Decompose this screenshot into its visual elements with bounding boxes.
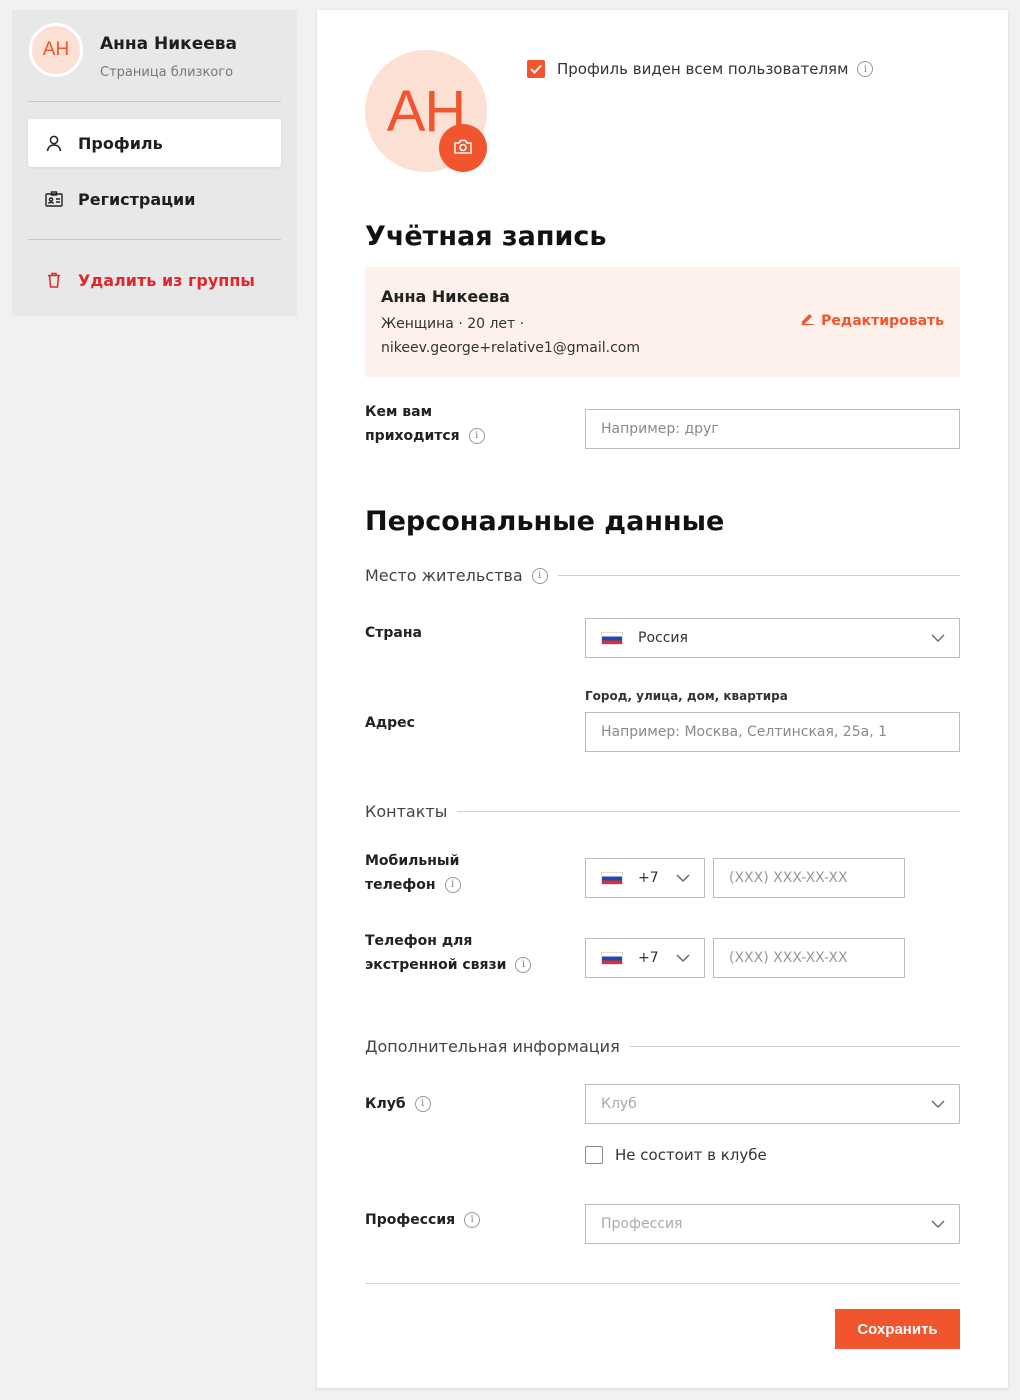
mobile-label-line: телефон [365, 877, 436, 893]
id-card-icon [45, 190, 63, 208]
emergency-phone-label: Телефон для экстренной связи i [365, 929, 532, 977]
delete-label: Удалить из группы [78, 270, 255, 290]
info-icon[interactable]: i [531, 567, 548, 584]
club-placeholder: Клуб [601, 1096, 637, 1112]
emergency-code-value: +7 [638, 950, 659, 966]
address-input[interactable]: Например: Москва, Селтинская, 25а, 1 [585, 712, 960, 752]
info-icon[interactable]: i [414, 1096, 431, 1112]
user-icon [45, 134, 63, 152]
info-icon[interactable]: i [464, 1212, 481, 1228]
contacts-section-title: Контакты [365, 802, 960, 821]
personal-heading: Персональные данные [365, 506, 725, 537]
chevron-down-icon [931, 631, 945, 649]
residence-section-title: Место жительства i [365, 566, 960, 585]
no-club-row: Не состоит в клубе [585, 1146, 767, 1164]
chevron-down-icon [931, 1097, 945, 1115]
change-photo-button[interactable] [439, 124, 487, 172]
additional-section-title: Дополнительная информация [365, 1037, 960, 1056]
sidebar-item-registrations[interactable]: Регистрации [28, 175, 281, 223]
address-hint: Город, улица, дом, квартира [585, 689, 788, 703]
divider [457, 811, 960, 812]
avatar: АН [29, 23, 83, 77]
emergency-code-select[interactable]: +7 [585, 938, 705, 978]
emergency-placeholder: (XXX) XXX-XX-XX [729, 950, 848, 966]
address-placeholder: Например: Москва, Селтинская, 25а, 1 [601, 724, 888, 740]
divider [557, 575, 960, 576]
profile-visibility-label: Профиль виден всем пользователям [557, 60, 849, 78]
divider [365, 1283, 960, 1284]
edit-account-button[interactable]: Редактировать [801, 312, 944, 329]
mobile-code-value: +7 [638, 870, 659, 886]
sidebar-item-profile[interactable]: Профиль [28, 119, 281, 167]
save-button[interactable]: Сохранить [835, 1309, 960, 1349]
profile-panel: АН Профиль виден всем пользователям i Уч… [317, 10, 1008, 1388]
country-select[interactable]: Россия [585, 618, 960, 658]
country-value: Россия [638, 630, 688, 646]
mobile-label-line: Мобильный [365, 853, 460, 869]
profession-label-text: Профессия [365, 1212, 456, 1228]
chevron-down-icon [676, 871, 690, 889]
account-email: nikeev.george+relative1@gmail.com [381, 340, 640, 356]
camera-icon [454, 139, 472, 158]
mobile-placeholder: (XXX) XXX-XX-XX [729, 870, 848, 886]
sidebar-user: АН Анна Никеева Страница близкого [29, 23, 289, 83]
trash-icon [45, 271, 63, 289]
edit-label: Редактировать [821, 312, 944, 329]
mobile-code-select[interactable]: +7 [585, 858, 705, 898]
contacts-title-text: Контакты [365, 802, 448, 821]
country-label: Страна [365, 625, 422, 641]
info-icon[interactable]: i [515, 957, 532, 973]
club-select[interactable]: Клуб [585, 1084, 960, 1124]
info-icon[interactable]: i [444, 877, 461, 893]
account-name: Анна Никеева [381, 287, 510, 306]
additional-title-text: Дополнительная информация [365, 1037, 620, 1056]
club-label-text: Клуб [365, 1096, 406, 1112]
profession-label: Профессия i [365, 1208, 481, 1232]
russia-flag-icon [601, 871, 623, 885]
divider [28, 101, 281, 102]
sidebar-item-label: Профиль [78, 133, 163, 153]
emergency-label-line: Телефон для [365, 933, 473, 949]
profession-select[interactable]: Профессия [585, 1204, 960, 1244]
chevron-down-icon [676, 951, 690, 969]
info-icon[interactable]: i [857, 61, 874, 77]
mobile-label: Мобильный телефон i [365, 849, 461, 897]
profile-visibility-row: Профиль виден всем пользователям i [527, 60, 874, 78]
pencil-icon [801, 312, 814, 329]
russia-flag-icon [601, 951, 623, 965]
delete-from-group-button[interactable]: Удалить из группы [28, 256, 281, 304]
russia-flag-icon [601, 631, 623, 645]
sidebar-user-name: Анна Никеева [100, 34, 238, 54]
account-details: Женщина · 20 лет · [381, 316, 525, 332]
no-club-checkbox[interactable] [585, 1146, 603, 1164]
relation-label-line: Кем вам [365, 404, 433, 420]
relation-placeholder: Например: друг [601, 421, 719, 437]
sidebar-item-label: Регистрации [78, 189, 196, 209]
account-card: Анна Никеева Женщина · 20 лет · nikeev.g… [365, 267, 960, 377]
account-heading: Учётная запись [365, 221, 607, 252]
profession-placeholder: Профессия [601, 1216, 683, 1232]
sidebar-user-subtitle: Страница близкого [100, 65, 234, 80]
divider [28, 239, 281, 240]
emergency-label-line: экстренной связи [365, 957, 507, 973]
emergency-phone-input[interactable]: (XXX) XXX-XX-XX [713, 938, 905, 978]
divider [629, 1046, 960, 1047]
sidebar: АН Анна Никеева Страница близкого Профил… [12, 10, 297, 316]
relation-input[interactable]: Например: друг [585, 409, 960, 449]
mobile-phone-input[interactable]: (XXX) XXX-XX-XX [713, 858, 905, 898]
no-club-label: Не состоит в клубе [615, 1146, 767, 1164]
chevron-down-icon [931, 1217, 945, 1235]
club-label: Клуб i [365, 1092, 431, 1116]
residence-title-text: Место жительства [365, 566, 523, 585]
info-icon[interactable]: i [468, 428, 485, 444]
address-label: Адрес [365, 715, 415, 731]
relation-label: Кем вам приходится i [365, 400, 485, 448]
profile-visibility-checkbox[interactable] [527, 60, 545, 78]
relation-label-line: приходится [365, 428, 460, 444]
